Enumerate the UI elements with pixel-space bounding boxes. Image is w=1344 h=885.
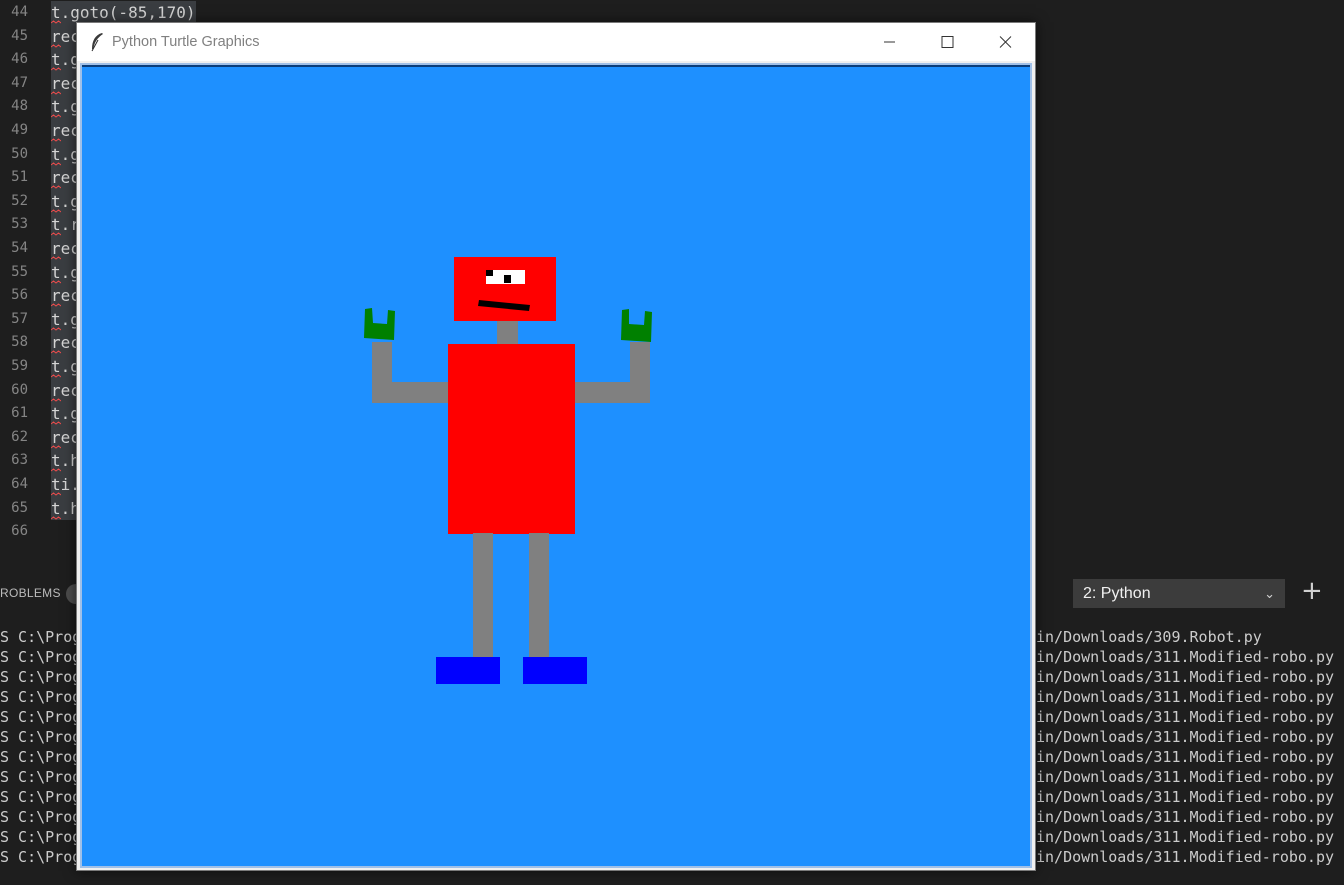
error-squiggle bbox=[51, 91, 61, 95]
line-number: 49 bbox=[11, 122, 28, 138]
right-hand bbox=[621, 309, 652, 342]
line-number: 57 bbox=[11, 310, 28, 327]
terminal-prompt: S C:\Prog bbox=[0, 708, 82, 726]
error-squiggle bbox=[51, 43, 61, 48]
terminal-prompt: S C:\Prog bbox=[0, 628, 82, 646]
terminal-command-tail: in/Downloads/311.Modified-robo.py bbox=[1036, 788, 1335, 806]
line-number: 45 bbox=[11, 27, 28, 44]
error-squiggle bbox=[51, 114, 61, 119]
terminal-prompt: S C:\Prog bbox=[0, 848, 82, 866]
close-button[interactable] bbox=[976, 23, 1034, 61]
terminal-command-tail: in/Downloads/309.Robot.py bbox=[1036, 628, 1262, 646]
terminal-prompt: S C:\Prog bbox=[0, 788, 82, 806]
line-number: 63 bbox=[11, 452, 28, 469]
line-number: 48 bbox=[11, 98, 28, 115]
new-terminal-button[interactable]: + bbox=[1301, 576, 1323, 606]
chevron-down-icon: ⌄ bbox=[1264, 586, 1275, 601]
line-number: 59 bbox=[11, 358, 28, 374]
line-number: 46 bbox=[11, 51, 28, 68]
line-number: 62 bbox=[11, 428, 28, 445]
error-squiggle bbox=[51, 138, 61, 142]
minimize-icon bbox=[884, 41, 895, 43]
maximize-button[interactable] bbox=[918, 23, 976, 61]
turtle-window[interactable]: Python Turtle Graphics bbox=[76, 22, 1036, 871]
pupil-right bbox=[504, 275, 511, 283]
left-foot bbox=[436, 657, 500, 684]
line-number: 60 bbox=[11, 381, 28, 398]
feather-icon bbox=[91, 33, 103, 52]
right-upper-arm bbox=[630, 342, 650, 402]
canvas-frame bbox=[80, 63, 1032, 868]
terminal-command-tail: in/Downloads/311.Modified-robo.py bbox=[1036, 728, 1335, 746]
terminal-prompt: S C:\Prog bbox=[0, 748, 82, 766]
terminal-prompt: S C:\Prog bbox=[0, 728, 82, 746]
line-number: 61 bbox=[11, 405, 28, 422]
torso bbox=[448, 344, 575, 534]
terminal-prompt: S C:\Prog bbox=[0, 648, 82, 666]
terminal-prompt: S C:\Prog bbox=[0, 808, 82, 826]
error-squiggle bbox=[51, 209, 61, 213]
terminal-prompt: S C:\Prog bbox=[0, 768, 82, 786]
line-number: 65 bbox=[11, 499, 28, 516]
line-number: 55 bbox=[11, 263, 28, 280]
window-title: Python Turtle Graphics bbox=[112, 34, 260, 50]
left-leg bbox=[473, 533, 493, 659]
window-titlebar[interactable]: Python Turtle Graphics bbox=[77, 23, 1035, 61]
terminal-command-tail: in/Downloads/311.Modified-robo.py bbox=[1036, 648, 1335, 666]
right-foot bbox=[523, 657, 587, 684]
terminal-command-tail: in/Downloads/311.Modified-robo.py bbox=[1036, 668, 1335, 686]
line-number: 56 bbox=[11, 287, 28, 304]
neck bbox=[497, 320, 518, 347]
line-number: 47 bbox=[11, 74, 28, 91]
error-squiggle bbox=[51, 303, 61, 307]
line-number: 64 bbox=[11, 476, 28, 492]
terminal-prompt: S C:\Prog bbox=[0, 668, 82, 686]
error-squiggle bbox=[51, 445, 61, 449]
line-number: 53 bbox=[11, 216, 28, 233]
maximize-icon bbox=[941, 36, 954, 48]
close-icon bbox=[999, 36, 1012, 48]
error-squiggle bbox=[51, 67, 61, 71]
mouth bbox=[478, 300, 530, 311]
line-number: 54 bbox=[11, 240, 28, 256]
left-hand bbox=[364, 308, 395, 340]
error-squiggle bbox=[51, 327, 61, 331]
terminal-select-value: 2: Python bbox=[1083, 585, 1151, 602]
error-squiggle bbox=[51, 468, 61, 473]
left-forearm bbox=[372, 382, 449, 403]
line-number: 58 bbox=[11, 334, 28, 351]
terminal-prompt: S C:\Prog bbox=[0, 688, 82, 706]
terminal-select[interactable]: 2: Python ⌄ bbox=[1073, 579, 1285, 608]
error-squiggle bbox=[51, 350, 61, 355]
error-squiggle bbox=[51, 515, 61, 520]
error-squiggle bbox=[51, 256, 61, 260]
terminal-command-tail: in/Downloads/311.Modified-robo.py bbox=[1036, 748, 1335, 766]
pupil-left bbox=[486, 270, 493, 276]
error-squiggle bbox=[51, 397, 61, 402]
line-number: 50 bbox=[11, 145, 28, 162]
error-squiggle bbox=[51, 20, 61, 24]
line-number: 52 bbox=[11, 192, 28, 209]
error-squiggle bbox=[51, 161, 61, 166]
terminal-command-tail: in/Downloads/311.Modified-robo.py bbox=[1036, 808, 1335, 826]
error-squiggle bbox=[51, 232, 61, 237]
right-leg bbox=[529, 533, 549, 659]
error-squiggle bbox=[51, 185, 61, 189]
terminal-command-tail: in/Downloads/311.Modified-robo.py bbox=[1036, 688, 1335, 706]
terminal-command-tail: in/Downloads/311.Modified-robo.py bbox=[1036, 708, 1335, 726]
terminal-command-tail: in/Downloads/311.Modified-robo.py bbox=[1036, 848, 1335, 866]
error-squiggle bbox=[51, 421, 61, 425]
line-number: 51 bbox=[11, 169, 28, 186]
error-squiggle bbox=[51, 492, 61, 496]
tab-problems[interactable]: ROBLEMS bbox=[0, 586, 61, 600]
terminal-prompt: S C:\Prog bbox=[0, 828, 82, 846]
line-number: 44 bbox=[11, 4, 28, 20]
terminal-command-tail: in/Downloads/311.Modified-robo.py bbox=[1036, 768, 1335, 786]
line-number: 66 bbox=[11, 523, 28, 540]
error-squiggle bbox=[51, 374, 61, 378]
terminal-command-tail: in/Downloads/311.Modified-robo.py bbox=[1036, 828, 1335, 846]
minimize-button[interactable] bbox=[860, 23, 918, 61]
error-squiggle bbox=[51, 279, 61, 284]
turtle-canvas[interactable] bbox=[82, 65, 1030, 866]
